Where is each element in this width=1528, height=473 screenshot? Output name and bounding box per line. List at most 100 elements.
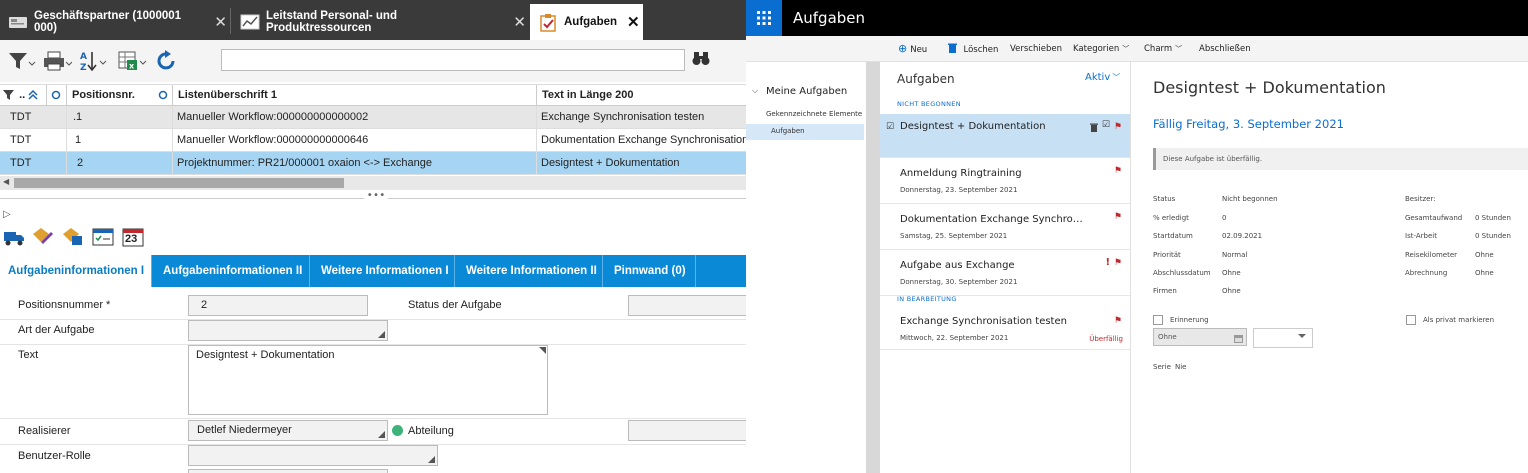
- text-area[interactable]: Designtest + Dokumentation: [188, 345, 548, 415]
- list-item[interactable]: Dokumentation Exchange Synchronisation S…: [880, 204, 1130, 250]
- charm-button[interactable]: Charm ﹀: [1144, 36, 1182, 62]
- expand-icon[interactable]: ▷: [3, 209, 11, 220]
- column-header-filter[interactable]: ..: [0, 85, 46, 106]
- sort-ascending-icon[interactable]: [28, 89, 38, 101]
- list-item[interactable]: Aufgabe aus Exchange Donnerstag, 30. Sep…: [880, 250, 1130, 296]
- splitter-handle[interactable]: • • •: [364, 190, 389, 201]
- private-checkbox[interactable]: [1406, 315, 1416, 325]
- sort-az-icon[interactable]: AZ: [76, 48, 110, 74]
- list-item[interactable]: Anmeldung Ringtraining Donnerstag, 23. S…: [880, 158, 1130, 204]
- private-label: Als privat markieren: [1423, 316, 1495, 324]
- checkbox-checked-icon[interactable]: ☑: [886, 122, 894, 132]
- flag-icon[interactable]: ⚑: [1114, 212, 1122, 222]
- tab-aufgabeninformationen-1[interactable]: Aufgabeninformationen I: [0, 255, 152, 287]
- truck-icon[interactable]: [3, 227, 25, 250]
- svg-text:x: x: [129, 62, 135, 71]
- table-row[interactable]: TDT .1 Manueller Workflow:00000000000000…: [0, 106, 746, 129]
- tab-geschaeftspartner[interactable]: Geschäftspartner (1000001 000) ✕: [0, 4, 227, 40]
- task-date: Donnerstag, 30. September 2021: [900, 278, 1018, 286]
- reminder-checkbox[interactable]: [1153, 315, 1163, 325]
- tab-pinnwand[interactable]: Pinnwand (0): [603, 255, 696, 287]
- binoculars-icon[interactable]: [692, 50, 710, 71]
- app-launcher-icon[interactable]: [746, 0, 782, 36]
- table-row-selected[interactable]: TDT 2 Projektnummer: PR21/000001 oxaion …: [0, 152, 746, 175]
- checklist-icon[interactable]: [92, 227, 114, 250]
- grid-header: .. Positionsnr. Listenüberschrift 1 Text…: [0, 84, 746, 106]
- field-value: Ohne: [1222, 287, 1241, 295]
- export-excel-icon[interactable]: x: [114, 48, 148, 74]
- positionsnummer-field[interactable]: 2: [188, 295, 368, 316]
- abteilung-label: Abteilung: [408, 425, 454, 437]
- tag-assign-icon[interactable]: [61, 226, 83, 251]
- close-icon[interactable]: ✕: [214, 13, 227, 31]
- svg-text:Z: Z: [80, 63, 87, 73]
- folder-pane-scrollbar[interactable]: [866, 62, 880, 473]
- refresh-icon[interactable]: [150, 48, 184, 74]
- nav-item-flagged[interactable]: Gekennzeichnete Elemente: [766, 110, 866, 118]
- detail-toolbar: 23: [0, 224, 746, 252]
- flag-icon[interactable]: ⚑: [1114, 166, 1122, 176]
- calendar-icon[interactable]: [1234, 333, 1243, 346]
- calendar-day: 23: [125, 233, 138, 245]
- plus-circle-icon: ⊕: [898, 42, 908, 55]
- field-value: 0 Stunden: [1475, 232, 1511, 240]
- circle-icon: [51, 90, 61, 100]
- column-header-text[interactable]: Text in Länge 200: [536, 85, 746, 106]
- list-item[interactable]: Exchange Synchronisation testen Mittwoch…: [880, 308, 1130, 350]
- filter-dropdown[interactable]: Aktiv ﹀: [1085, 72, 1120, 83]
- tab-label: Aufgaben: [564, 16, 618, 28]
- complete-button[interactable]: Abschließen: [1199, 36, 1251, 62]
- tab-weitere-informationen-1[interactable]: Weitere Informationen I: [310, 255, 455, 287]
- field-value: Nicht begonnen: [1222, 195, 1278, 203]
- filter-icon[interactable]: [4, 48, 38, 74]
- column-header-positionsnr[interactable]: Positionsnr.: [66, 85, 154, 106]
- overdue-notice: Diese Aufgabe ist überfällig.: [1163, 155, 1263, 163]
- table-row[interactable]: TDT 1 Manueller Workflow:000000000000646…: [0, 129, 746, 152]
- scrollbar-thumb[interactable]: [14, 178, 344, 188]
- field-label: Firmen: [1153, 287, 1177, 295]
- scroll-left-icon[interactable]: ◀: [3, 177, 9, 186]
- reminder-date-field[interactable]: Ohne: [1153, 328, 1247, 346]
- list-item-selected[interactable]: ☑ Designtest + Dokumentation ☑ ⚑: [880, 114, 1130, 158]
- flag-icon[interactable]: ⚑: [1114, 316, 1122, 326]
- trash-icon[interactable]: [1090, 122, 1098, 135]
- task-date: Samstag, 25. September 2021: [900, 232, 1008, 240]
- close-icon[interactable]: ✕: [513, 13, 526, 31]
- categories-button[interactable]: Kategorien ﹀: [1073, 36, 1129, 62]
- move-button[interactable]: Verschieben: [1010, 36, 1062, 62]
- calendar-icon[interactable]: 23: [122, 226, 144, 247]
- reminder-time-dropdown[interactable]: [1253, 328, 1313, 348]
- column-header-marker[interactable]: [154, 85, 172, 106]
- tab-aufgaben[interactable]: Aufgaben ✕: [530, 4, 643, 40]
- delete-button[interactable]: Löschen: [948, 36, 998, 62]
- status-field[interactable]: [628, 295, 746, 316]
- horizontal-scrollbar[interactable]: ◀: [0, 176, 746, 190]
- tag-edit-icon[interactable]: [31, 226, 53, 251]
- reminder-date-value: Ohne: [1158, 333, 1177, 341]
- tab-leitstand[interactable]: Leitstand Personal- und Produktressource…: [232, 4, 526, 40]
- flag-icon[interactable]: ⚑: [1114, 258, 1122, 268]
- abteilung-field[interactable]: [628, 420, 746, 441]
- tab-weitere-informationen-2[interactable]: Weitere Informationen II: [455, 255, 603, 287]
- chevron-down-icon[interactable]: ⌵: [752, 86, 758, 96]
- new-button[interactable]: ⊕ Neu: [898, 36, 927, 62]
- complete-checkbox-icon[interactable]: ☑: [1102, 120, 1110, 130]
- column-header-status[interactable]: [46, 85, 66, 106]
- important-icon: !: [1105, 257, 1110, 268]
- field-label: Besitzer:: [1405, 195, 1436, 203]
- pane-splitter[interactable]: • • •: [0, 190, 746, 203]
- next-field[interactable]: [188, 469, 388, 473]
- column-header-listenueberschrift[interactable]: Listenüberschrift 1: [172, 85, 536, 106]
- field-label: Gesamtaufwand: [1405, 214, 1463, 222]
- tab-aufgabeninformationen-2[interactable]: Aufgabeninformationen II: [152, 255, 310, 287]
- search-input[interactable]: [221, 49, 685, 71]
- flag-icon[interactable]: ⚑: [1114, 122, 1122, 132]
- print-icon[interactable]: [40, 48, 74, 74]
- nav-item-selected-bg[interactable]: Aufgaben: [746, 124, 864, 140]
- benutzer-rolle-dropdown[interactable]: [188, 445, 438, 466]
- column-header-label: Listenüberschrift 1: [178, 89, 278, 101]
- close-icon[interactable]: ✕: [627, 13, 640, 31]
- art-dropdown[interactable]: [188, 320, 388, 341]
- my-tasks-root[interactable]: Meine Aufgaben: [766, 86, 847, 97]
- realisierer-dropdown[interactable]: Detlef Niedermeyer: [188, 420, 388, 441]
